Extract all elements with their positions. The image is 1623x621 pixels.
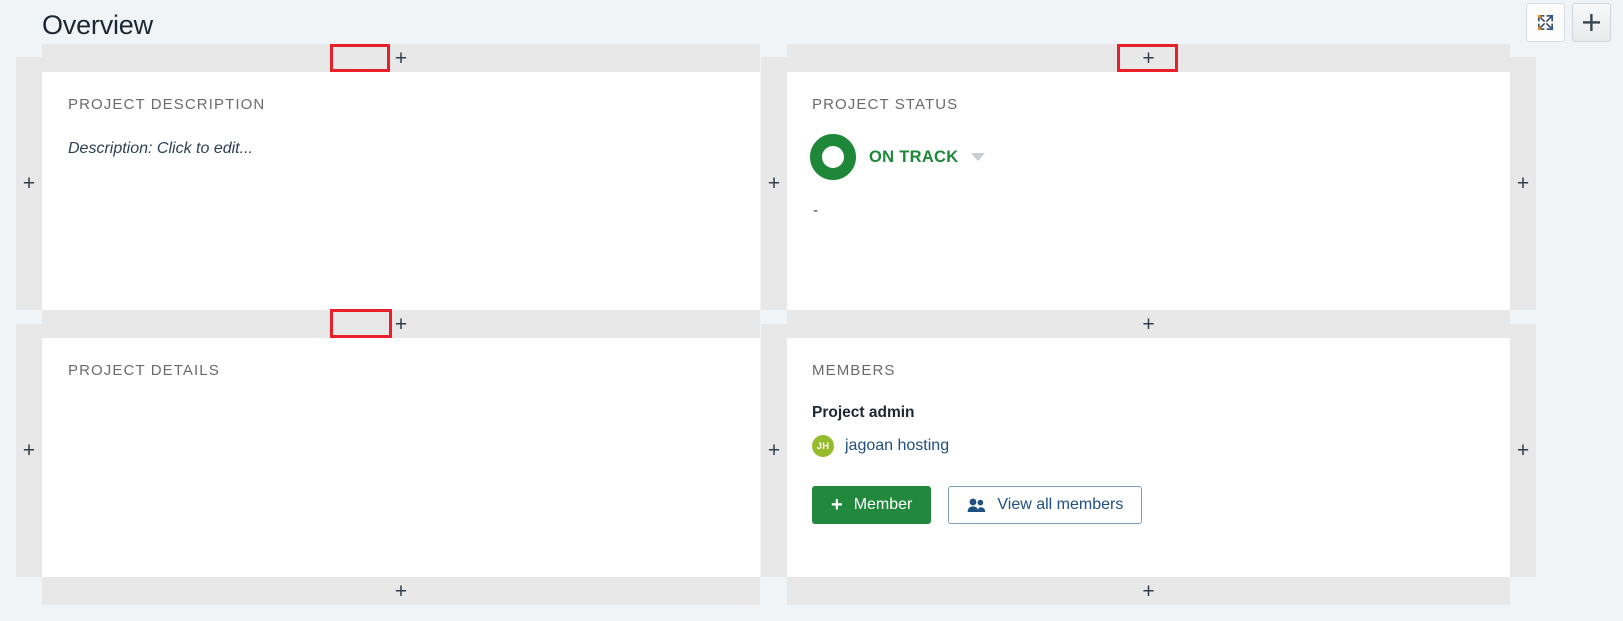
plus-icon: + — [394, 46, 408, 70]
status-value: ON TRACK — [869, 147, 959, 166]
plus-icon: + — [1142, 579, 1155, 603]
expand-icon — [1536, 13, 1555, 32]
chevron-down-icon[interactable] — [971, 153, 986, 161]
page-title: Overview — [42, 10, 153, 40]
plus-icon: + — [1142, 312, 1155, 336]
project-status-card: PROJECT STATUS ON TRACK - — [787, 72, 1510, 310]
members-card: MEMBERS Project admin JH jagoan hosting … — [787, 338, 1510, 577]
add-widget-gutter-top-left[interactable]: + — [42, 44, 760, 72]
header-actions — [1526, 3, 1611, 42]
plus-icon — [1581, 12, 1602, 33]
page-header: Overview — [0, 0, 1623, 48]
add-widget-gutter-top-right[interactable]: + — [787, 44, 1510, 72]
plus-icon: + — [22, 439, 36, 462]
expand-view-button[interactable] — [1526, 3, 1565, 42]
plus-icon: + — [1516, 439, 1530, 462]
project-status-row[interactable]: ON TRACK — [810, 134, 986, 180]
add-widget-gutter-right-row1[interactable]: + — [1510, 57, 1536, 310]
plus-icon: + — [1516, 172, 1530, 195]
add-widget-button[interactable] — [1572, 3, 1611, 42]
project-details-card: PROJECT DETAILS — [42, 338, 760, 577]
view-all-members-label: View all members — [997, 496, 1124, 513]
widget-board: + + + + + + + + + + + + PROJECT DESCRIPT… — [0, 44, 1623, 621]
plus-icon: + — [767, 172, 781, 195]
plus-icon: + — [767, 439, 781, 462]
status-note: - — [813, 202, 818, 219]
members-title: MEMBERS — [812, 362, 896, 379]
project-description-card: PROJECT DESCRIPTION Description: Click t… — [42, 72, 760, 310]
users-icon — [967, 498, 986, 513]
add-widget-gutter-center-row1[interactable]: + — [761, 57, 787, 310]
add-widget-gutter-bottom-right[interactable]: + — [787, 577, 1510, 605]
plus-icon: + — [1142, 46, 1155, 70]
add-widget-gutter-right-row2[interactable]: + — [1510, 324, 1536, 577]
add-widget-gutter-center-row2[interactable]: + — [761, 324, 787, 577]
project-description-placeholder[interactable]: Description: Click to edit... — [68, 140, 253, 158]
plus-icon: + — [22, 172, 36, 195]
plus-icon: + — [394, 312, 408, 336]
add-widget-gutter-bottom-left[interactable]: + — [42, 577, 760, 605]
project-details-title: PROJECT DETAILS — [68, 362, 220, 379]
add-member-button[interactable]: + Member — [812, 486, 932, 524]
members-actions: + Member View all members — [812, 486, 1143, 524]
plus-icon: + — [831, 494, 843, 516]
add-widget-gutter-left-row1[interactable]: + — [16, 57, 42, 310]
member-name-link[interactable]: jagoan hosting — [845, 437, 949, 455]
add-widget-gutter-left-row2[interactable]: + — [16, 324, 42, 577]
plus-icon: + — [394, 579, 408, 603]
members-role-label: Project admin — [812, 404, 915, 421]
view-all-members-button[interactable]: View all members — [948, 486, 1143, 524]
add-member-label: Member — [853, 496, 913, 513]
add-widget-gutter-middle-right[interactable]: + — [787, 310, 1510, 338]
avatar: JH — [812, 435, 834, 457]
project-status-title: PROJECT STATUS — [812, 96, 959, 113]
member-list-item[interactable]: JH jagoan hosting — [812, 435, 949, 457]
add-widget-gutter-middle-left[interactable]: + — [42, 310, 760, 338]
project-description-title: PROJECT DESCRIPTION — [68, 96, 266, 113]
status-donut-icon — [810, 134, 856, 180]
